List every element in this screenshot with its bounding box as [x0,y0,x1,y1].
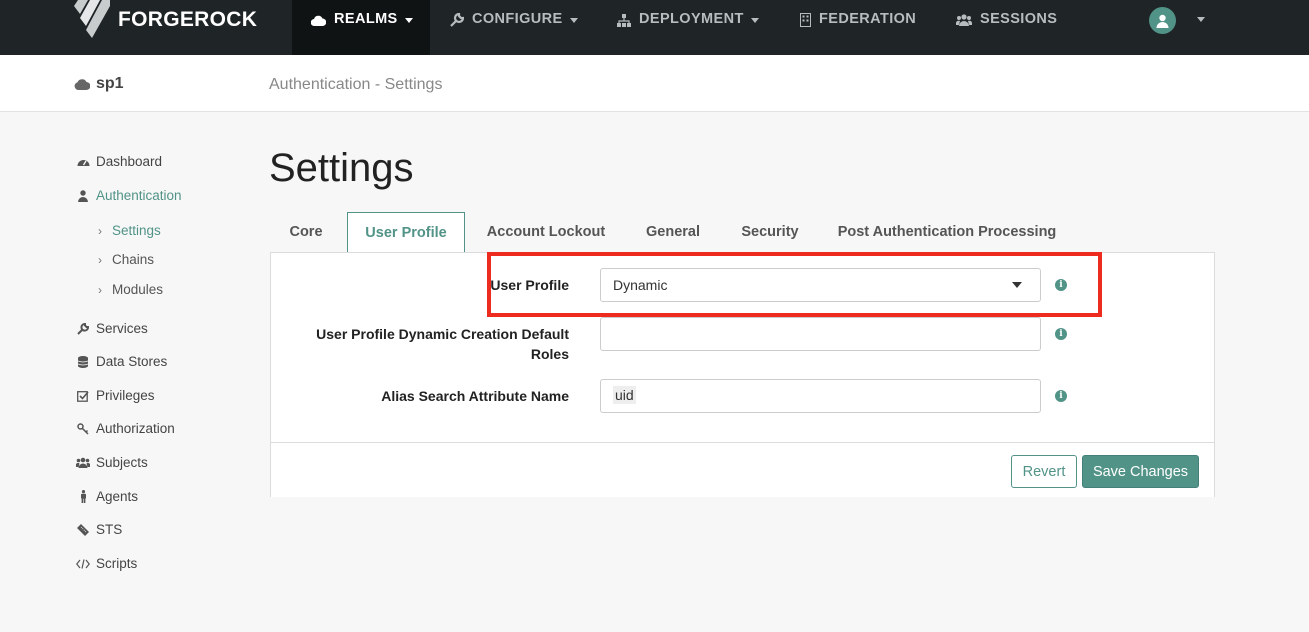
chevron-right-icon: › [98,223,102,238]
cloud-icon [74,79,90,90]
sidebar-item-label: Modules [112,282,164,297]
user-avatar-icon[interactable] [1149,7,1176,34]
save-changes-button[interactable]: Save Changes [1082,455,1199,488]
sidebar-item-label: Privileges [96,388,155,403]
sidebar-item-label: Chains [112,252,155,267]
dynamic-roles-field[interactable] [600,317,1041,351]
alias-search-label: Alias Search Attribute Name [381,388,569,404]
chevron-right-icon: › [98,252,102,267]
users-icon [956,11,972,29]
database-icon [76,355,90,368]
alias-search-value: uid [613,386,636,404]
key-icon [76,422,90,435]
sidebar-item-dashboard[interactable]: Dashboard [76,154,162,169]
wrench-icon [76,322,90,335]
sidebar-item-label: Scripts [96,556,138,571]
revert-button[interactable]: Revert [1011,455,1077,488]
info-icon[interactable]: i [1055,390,1067,402]
checkbox-icon [76,390,90,402]
top-navbar: FORGEROCK REALMS CONFIGURE DEPLOYMENT FE… [0,0,1309,55]
tab-account-lockout[interactable]: Account Lockout [479,212,613,253]
nav-sessions-label: SESSIONS [980,11,1058,27]
realm-name[interactable]: sp1 [74,75,124,93]
users-icon [76,457,90,468]
alias-search-field[interactable]: uid [600,379,1041,413]
nav-configure[interactable]: CONFIGURE [450,0,578,55]
sidebar-item-privileges[interactable]: Privileges [76,388,155,403]
sidebar-item-label: Data Stores [96,354,168,369]
user-menu-chevron-icon[interactable] [1197,17,1205,22]
ticket-icon [76,523,90,536]
nav-deployment-label: DEPLOYMENT [639,11,744,27]
panel-footer: Revert Save Changes [271,442,1214,497]
wrench-icon [450,11,464,29]
dynamic-roles-label-line1: User Profile Dynamic Creation Default [316,326,569,342]
sidebar-item-scripts[interactable]: Scripts [76,556,137,571]
tab-post-authentication-processing[interactable]: Post Authentication Processing [836,212,1058,253]
sidebar-item-authorization[interactable]: Authorization [76,421,175,436]
chevron-down-icon [569,18,578,23]
forgerock-logo-icon [74,0,110,38]
sitemap-icon [617,11,631,29]
highlight-box [487,252,1102,317]
sidebar-item-label: Services [96,321,148,336]
tab-general[interactable]: General [640,212,706,253]
tab-security[interactable]: Security [736,212,804,253]
sidebar-item-label: Agents [96,489,139,504]
nav-configure-label: CONFIGURE [472,11,563,27]
sidebar-item-sts[interactable]: STS [76,522,122,537]
brand-name: FORGEROCK [118,8,258,31]
male-icon [76,490,90,503]
sidebar-item-services[interactable]: Services [76,321,148,336]
dashboard-icon [76,156,90,167]
cloud-icon [311,11,326,29]
chevron-right-icon: › [98,282,102,297]
sidebar-item-settings[interactable]: › Settings [98,223,161,238]
chevron-down-icon [750,18,759,23]
sidebar-item-subjects[interactable]: Subjects [76,455,148,470]
page-title: Settings [269,146,414,190]
nav-realms[interactable]: REALMS [292,0,430,55]
dynamic-roles-label-line2: Roles [530,346,569,362]
nav-federation[interactable]: FEDERATION [800,0,916,55]
dynamic-roles-label: User Profile Dynamic Creation Default Ro… [316,324,569,364]
sub-header: sp1 Authentication - Settings [0,55,1309,112]
sidebar-item-data-stores[interactable]: Data Stores [76,354,167,369]
realm-label: sp1 [96,75,124,92]
nav-realms-label: REALMS [334,11,398,27]
chevron-down-icon [404,18,413,23]
code-icon [76,558,90,569]
sidebar-item-authentication[interactable]: Authentication [76,188,182,203]
nav-deployment[interactable]: DEPLOYMENT [617,0,759,55]
nav-federation-label: FEDERATION [819,11,917,27]
sidebar-item-agents[interactable]: Agents [76,489,138,504]
building-icon [800,11,811,29]
user-icon [76,189,90,202]
info-icon[interactable]: i [1055,328,1067,340]
sidebar-item-label: STS [96,522,123,537]
sidebar-item-label: Subjects [96,455,148,470]
sidebar-item-label: Settings [112,223,161,238]
sidebar-item-modules[interactable]: › Modules [98,282,163,297]
forgerock-logo[interactable]: FORGEROCK [74,0,257,38]
sidebar-item-label: Authorization [96,421,175,436]
sidebar-item-label: Dashboard [96,154,163,169]
breadcrumb: Authentication - Settings [269,76,443,93]
nav-sessions[interactable]: SESSIONS [956,0,1057,55]
tab-core[interactable]: Core [270,212,342,253]
sidebar-item-chains[interactable]: › Chains [98,252,154,267]
sidebar-item-label: Authentication [96,188,182,203]
tab-user-profile[interactable]: User Profile [347,212,465,253]
